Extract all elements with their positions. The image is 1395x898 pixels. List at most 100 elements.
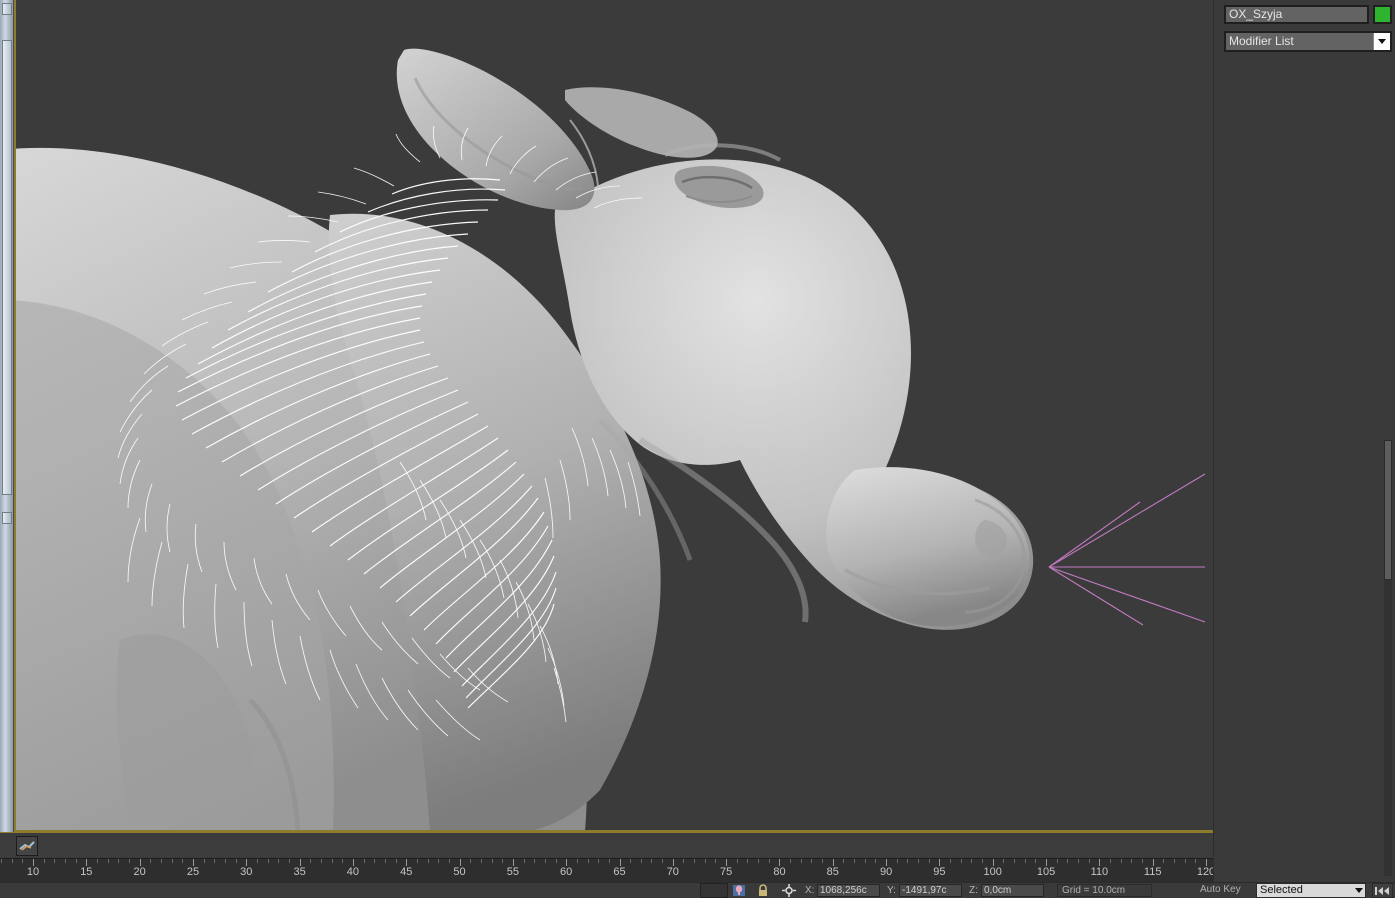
x-coord-field[interactable]: 1068,256c: [817, 884, 880, 897]
timeline-tick: [736, 859, 738, 863]
timeline-label: 110: [1090, 866, 1109, 878]
timeline-label: 100: [983, 866, 1002, 878]
y-coord-label: Y:: [887, 885, 896, 896]
timeline-tick: [683, 859, 685, 863]
timeline-tick: [267, 859, 269, 863]
timeline-tick: [779, 859, 781, 866]
auto-key-button[interactable]: Auto Key: [1200, 884, 1241, 897]
timeline-tick: [704, 859, 706, 863]
timeline-tick: [1035, 859, 1037, 863]
timeline-tick: [1024, 859, 1026, 863]
chevron-down-icon: [1355, 888, 1363, 893]
timeline-tick: [971, 859, 973, 863]
modifier-list-dropdown[interactable]: Modifier List: [1224, 31, 1392, 52]
timeline-tick: [1120, 859, 1122, 863]
timeline-label: 120: [1196, 866, 1213, 878]
timeline-label: 45: [400, 866, 413, 878]
timeline-tick: [118, 859, 120, 863]
timeline-tick: [1056, 859, 1058, 863]
scroll-thumb[interactable]: [2, 40, 12, 495]
timeline-tick: [886, 859, 888, 866]
timeline-label: 95: [933, 866, 946, 878]
modifier-list-label: Modifier List: [1229, 34, 1294, 48]
chevron-down-icon[interactable]: [1373, 33, 1390, 50]
selection-center-icon[interactable]: [778, 883, 800, 898]
timeline-tick: [448, 859, 450, 863]
timeline-tick: [374, 859, 376, 863]
timeline-label: 10: [26, 866, 40, 878]
timeline-tick: [491, 859, 493, 863]
timeline-tick: [854, 859, 856, 863]
status-bar: X: 1068,256c Y: -1491,97c Z: 0,0cm Grid …: [0, 882, 1395, 898]
timeline-tick: [1099, 859, 1101, 866]
timeline-tick: [747, 859, 749, 863]
timeline-tick: [726, 859, 728, 866]
timeline-tick: [395, 859, 397, 863]
timeline-tick: [1131, 859, 1133, 863]
timeline-tick: [43, 859, 45, 863]
timeline-ruler[interactable]: 10 15 20 25 30 35 40 45 50 55 60 65 70 75 80 85 90 95 100 1…: [0, 858, 1213, 882]
timeline-tick: [203, 859, 205, 863]
timeline-tick: [384, 859, 386, 863]
y-coord-field[interactable]: -1491,97c: [899, 884, 962, 897]
timeline-tick: [1014, 859, 1016, 863]
selection-filter-dropdown[interactable]: Selected: [1256, 883, 1366, 898]
timeline-tick: [672, 859, 674, 866]
timeline-tick: [470, 859, 472, 863]
timeline-label: 40: [346, 866, 360, 878]
curve-editor-toggle-button[interactable]: [16, 836, 38, 856]
timeline-tick: [608, 859, 610, 863]
panel-scroll-thumb[interactable]: [1384, 440, 1392, 580]
timeline-tick: [1, 859, 2, 863]
timeline-tick: [630, 859, 632, 863]
timeline-tick: [662, 859, 664, 863]
timeline-tick: [299, 859, 301, 866]
timeline-tick: [459, 859, 461, 866]
timeline-tick: [150, 859, 152, 863]
timeline-tick: [480, 859, 482, 863]
timeline-tick: [33, 859, 34, 866]
timeline-tick: [790, 859, 792, 863]
timeline-tick: [587, 859, 589, 863]
z-coord-label: Z:: [969, 885, 978, 896]
scroll-up-button[interactable]: [2, 3, 12, 15]
timeline-tick: [822, 859, 824, 863]
track-bar[interactable]: [0, 832, 1213, 858]
scroll-down-button[interactable]: [2, 512, 12, 524]
go-to-start-button[interactable]: [1372, 883, 1393, 898]
timeline-tick: [758, 859, 760, 863]
timeline-tick: [171, 859, 173, 863]
timeline-label: 85: [826, 866, 839, 878]
viewport[interactable]: [0, 0, 1213, 832]
timeline-tick: [960, 859, 962, 863]
3d-model-render: [0, 48, 1206, 832]
object-name-field[interactable]: OX_Szyja: [1224, 5, 1369, 24]
command-panel-scrollbar[interactable]: [1384, 440, 1392, 876]
timeline-tick: [86, 859, 88, 866]
x-coord-label: X:: [805, 885, 815, 896]
absolute-mode-toggle-icon[interactable]: [728, 883, 750, 898]
timeline-tick: [406, 859, 408, 866]
object-color-swatch[interactable]: [1373, 5, 1392, 24]
go-to-start-icon: [1375, 886, 1389, 895]
timeline-tick: [1078, 859, 1080, 863]
timeline-tick: [566, 859, 568, 866]
lock-selection-icon[interactable]: [752, 883, 774, 898]
timeline-label: 20: [133, 866, 146, 878]
z-coord-field[interactable]: 0,0cm: [981, 884, 1044, 897]
timeline-tick: [342, 859, 344, 863]
timeline-tick: [331, 859, 333, 863]
curve-editor-icon: [19, 841, 35, 851]
timeline-tick: [928, 859, 930, 863]
timeline-tick: [224, 859, 226, 863]
timeline-tick: [352, 859, 354, 866]
viewport-vertical-scrollbar[interactable]: [0, 0, 14, 832]
timeline-tick: [502, 859, 504, 863]
timeline-tick: [640, 859, 642, 863]
timeline-tick: [22, 859, 24, 863]
timeline-tick: [75, 859, 77, 863]
timeline-tick: [192, 859, 194, 866]
timeline-label: 105: [1036, 866, 1056, 878]
timeline-tick: [598, 859, 600, 863]
timeline-tick: [950, 859, 952, 863]
